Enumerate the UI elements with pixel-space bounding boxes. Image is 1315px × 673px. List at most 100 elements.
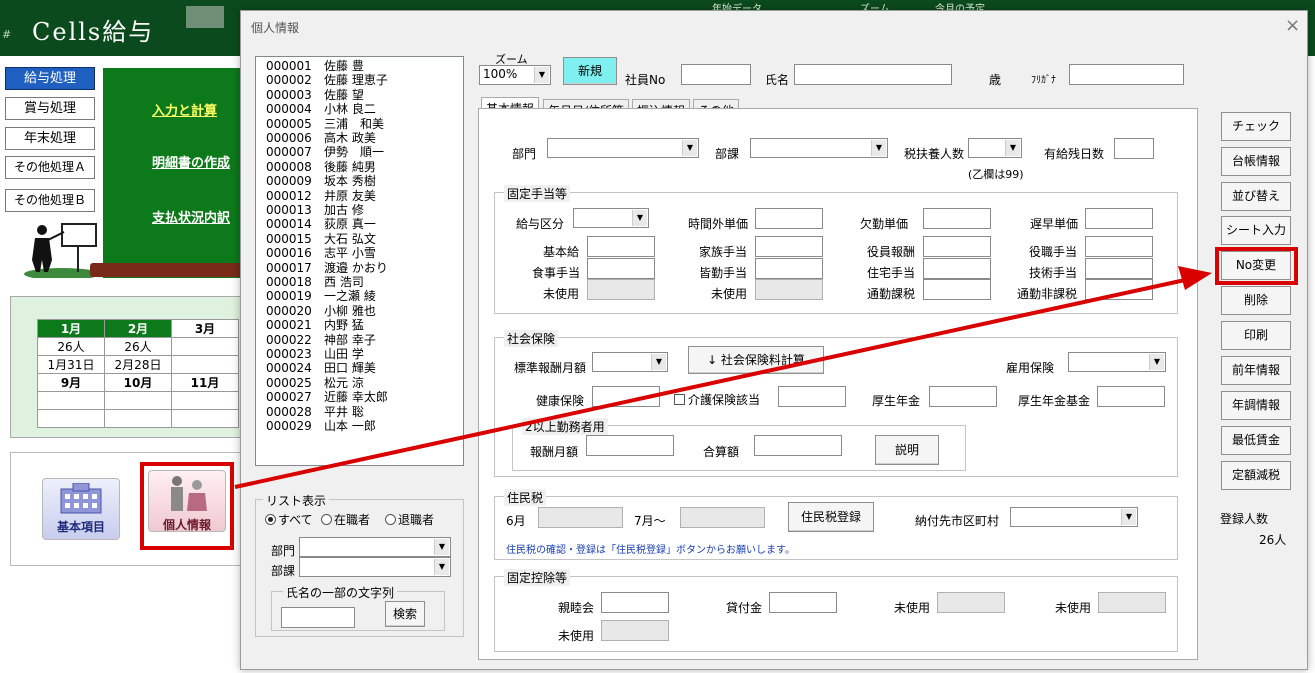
list-item[interactable]: 000002 佐藤 理恵子 [266,73,388,87]
section-select[interactable]: ▼ [750,138,888,158]
cal-month[interactable]: 1月 [37,319,105,338]
cal-month[interactable]: 9月 [37,373,105,392]
pension-fund-input[interactable] [1097,386,1165,407]
list-item[interactable]: 000022 神部 幸子 [266,333,376,347]
delete-button[interactable]: 削除 [1221,286,1291,315]
side-menu-other-b[interactable]: その他処理Ｂ [5,189,95,212]
social-club-input[interactable] [601,592,669,613]
basic-items-button[interactable]: 基本項目 [42,478,120,540]
cal-month[interactable]: 2月 [104,319,172,338]
list-item[interactable]: 000017 渡邉 かおり [266,261,388,275]
list-item[interactable]: 000025 松元 涼 [266,376,364,390]
commute-taxable-input[interactable] [923,279,991,300]
explain-button[interactable]: 説明 [875,435,939,465]
overtime-rate-input[interactable] [755,208,823,229]
list-item[interactable]: 000019 一之瀬 綾 [266,289,376,303]
meal-allow-input[interactable] [587,258,655,279]
list-item[interactable]: 000021 内野 猛 [266,318,364,332]
city-select[interactable]: ▼ [1010,507,1138,527]
list-item[interactable]: 000012 井原 友美 [266,189,376,203]
dept-select[interactable]: ▼ [547,138,699,158]
radio-active-label: 在職者 [334,513,371,527]
sheet-input-button[interactable]: シート入力 [1221,216,1291,245]
total-input[interactable] [754,435,842,456]
new-button[interactable]: 新規 [563,57,617,85]
list-item[interactable]: 000014 荻原 真一 [266,217,376,231]
filter-section-select[interactable]: ▼ [299,557,451,577]
list-item[interactable]: 000004 小林 良二 [266,102,376,116]
list-item[interactable]: 000020 小柳 雅也 [266,304,376,318]
radio-all[interactable]: すべて [265,511,313,528]
fixed-tax-cut-button[interactable]: 定額減税 [1221,461,1291,490]
search-button[interactable]: 検索 [385,601,425,627]
std-monthly-select[interactable]: ▼ [592,352,668,372]
radio-retired[interactable]: 退職者 [385,511,434,528]
list-item[interactable]: 000018 西 浩司 [266,275,364,289]
list-item[interactable]: 000013 加古 修 [266,203,364,217]
list-item[interactable]: 000016 志平 小雪 [266,246,376,260]
name-search-input[interactable] [281,607,355,628]
paid-leave-input[interactable] [1114,138,1154,159]
employee-listbox[interactable]: 000001 佐藤 豊 000002 佐藤 理恵子 000003 佐藤 望 000004 小林… [255,56,464,466]
min-wage-button[interactable]: 最低賃金 [1221,426,1291,455]
social-insurance-calc-button[interactable]: ↓ 社会保険料計算 [688,346,824,374]
side-menu-yearend[interactable]: 年末処理 [5,127,95,150]
late-rate-input[interactable] [1085,208,1153,229]
link-create-payslip[interactable]: 明細書の作成 [152,152,230,171]
pension-input[interactable] [929,386,997,407]
cal-month[interactable]: 10月 [104,373,172,392]
zoom-select[interactable]: 100% ▼ [479,65,551,85]
housing-allow-input[interactable] [923,258,991,279]
dependents-select[interactable]: ▼ [968,138,1022,158]
list-item[interactable]: 000029 山本 一郎 [266,419,376,433]
list-item[interactable]: 000023 山田 学 [266,347,364,361]
year-end-adjust-button[interactable]: 年調情報 [1221,391,1291,420]
close-icon[interactable]: × [1285,15,1300,36]
family-allow-input[interactable] [755,236,823,257]
emp-no-input[interactable] [681,64,751,85]
list-item[interactable]: 000001 佐藤 豊 [266,59,364,73]
ledger-info-button[interactable]: 台帳情報 [1221,147,1291,176]
print-button[interactable]: 印刷 [1221,321,1291,350]
employment-ins-select[interactable]: ▼ [1068,352,1166,372]
link-input-calc[interactable]: 入力と計算 [152,100,217,119]
list-item[interactable]: 000008 後藤 純男 [266,160,376,174]
list-item[interactable]: 000005 三浦 和美 [266,117,384,131]
cal-month[interactable]: 3月 [171,319,239,338]
commute-nontax-input[interactable] [1085,279,1153,300]
absence-rate-input[interactable] [923,208,991,229]
list-item[interactable]: 000003 佐藤 望 [266,88,364,102]
cal-month[interactable]: 11月 [171,373,239,392]
officer-pay-input[interactable] [923,236,991,257]
position-allow-label: 役職手当 [1029,245,1078,259]
salary-type-select[interactable]: ▼ [573,208,649,228]
prev-year-button[interactable]: 前年情報 [1221,356,1291,385]
side-menu-salary[interactable]: 給与処理 [5,67,95,90]
name-input[interactable] [794,64,952,85]
care-ins-input[interactable] [778,386,846,407]
health-ins-input[interactable] [592,386,660,407]
link-payment-status[interactable]: 支払状況内訳 [152,207,230,226]
list-item[interactable]: 000028 平井 聡 [266,405,364,419]
check-button[interactable]: チェック [1221,112,1291,141]
resident-tax-register-button[interactable]: 住民税登録 [788,502,874,532]
list-item[interactable]: 000009 坂本 秀樹 [266,174,376,188]
list-item[interactable]: 000007 伊勢 順一 [266,145,384,159]
list-item[interactable]: 000006 高木 政美 [266,131,376,145]
base-pay-input[interactable] [587,236,655,257]
skill-allow-input[interactable] [1085,258,1153,279]
loan-input[interactable] [769,592,837,613]
list-item[interactable]: 000024 田口 輝美 [266,361,376,375]
filter-dept-select[interactable]: ▼ [299,537,451,557]
attendance-allow-input[interactable] [755,258,823,279]
radio-active[interactable]: 在職者 [321,511,370,528]
pay-monthly-input[interactable] [586,435,674,456]
kana-input[interactable] [1069,64,1184,85]
side-menu-bonus[interactable]: 賞与処理 [5,97,95,120]
position-allow-input[interactable] [1085,236,1153,257]
side-menu-other-a[interactable]: その他処理Ａ [5,156,95,179]
list-item[interactable]: 000015 大石 弘文 [266,232,376,246]
sort-button[interactable]: 並び替え [1221,182,1291,211]
list-item[interactable]: 000027 近藤 幸太郎 [266,390,388,404]
care-ins-checkbox[interactable]: 介護保険該当 [674,391,760,408]
